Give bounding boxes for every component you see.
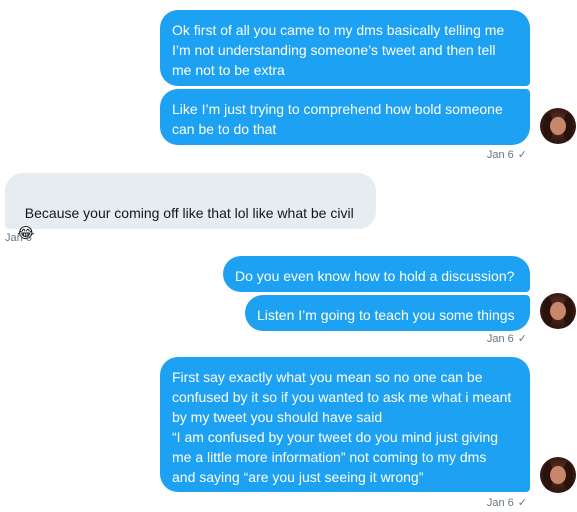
user-avatar[interactable]	[540, 457, 576, 493]
message-timestamp: Jan 6 ✓	[486, 333, 527, 345]
message-bubble-received[interactable]: Because your coming off like that lol li…	[5, 173, 376, 242]
read-check-icon: ✓	[517, 333, 527, 345]
message-timestamp: Jan 6 ✓	[486, 497, 527, 509]
message-bubble-sent[interactable]: Listen I’m going to teach you some thing…	[245, 295, 530, 331]
message-bubble-sent[interactable]: Ok first of all you came to my dms basic…	[160, 10, 530, 86]
message-timestamp: Jan 6	[5, 232, 32, 244]
message-bubble-sent[interactable]: First say exactly what you mean so no on…	[160, 357, 530, 492]
message-text: Because your coming off like that lol li…	[24, 205, 354, 221]
message-timestamp: Jan 6 ✓	[486, 149, 527, 161]
message-bubble-sent[interactable]: Like I’m just trying to comprehend how b…	[160, 89, 530, 145]
user-avatar[interactable]	[540, 293, 576, 329]
read-check-icon: ✓	[517, 497, 527, 509]
message-bubble-sent[interactable]: Do you even know how to hold a discussio…	[223, 256, 530, 292]
user-avatar[interactable]	[540, 108, 576, 144]
read-check-icon: ✓	[517, 149, 527, 161]
